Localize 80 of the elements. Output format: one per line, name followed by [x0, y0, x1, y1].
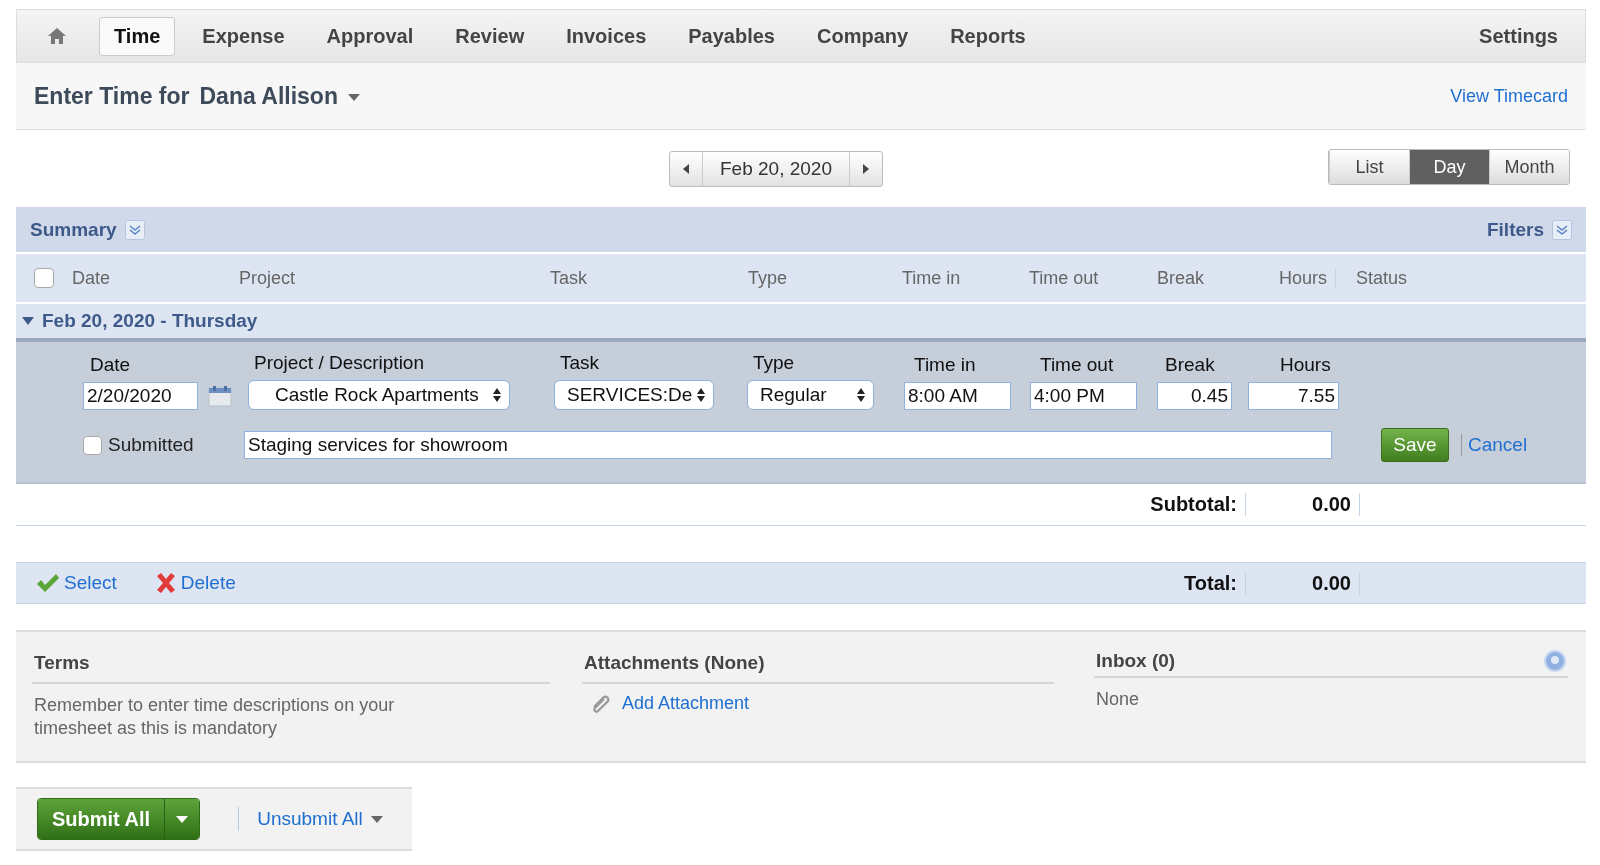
terms-title: Terms: [32, 650, 550, 684]
view-timecard-link[interactable]: View Timecard: [1450, 85, 1568, 107]
description-field[interactable]: Staging services for showroom: [244, 431, 1332, 459]
field-label: Type: [752, 352, 796, 374]
hours-field[interactable]: 7.55: [1248, 382, 1339, 410]
column-header: Project: [239, 267, 297, 289]
settings-tab[interactable]: Settings: [1464, 16, 1573, 56]
nav-tab[interactable]: Invoices: [551, 16, 662, 56]
nav-tab[interactable]: Expense: [187, 16, 300, 56]
submitted-label: Submitted: [108, 434, 195, 456]
help-icon[interactable]: [1544, 650, 1566, 672]
terms-text: Remember to enter time descriptions on your timesheet as this is mandatory: [33, 694, 396, 739]
submitted-checkbox[interactable]: [83, 435, 102, 455]
project-select[interactable]: Castle Rock Apartments: [248, 380, 510, 410]
add-attachment-link[interactable]: Add Attachment: [622, 692, 750, 714]
column-header: Time in: [902, 267, 962, 289]
action-link[interactable]: Delete: [180, 572, 236, 594]
right-triangle-icon: [863, 163, 869, 174]
subtotal-label: Subtotal:: [1057, 493, 1246, 516]
view-toggle[interactable]: List: [1329, 150, 1409, 184]
caret-icon: [176, 815, 189, 823]
delete-icon[interactable]: [154, 573, 177, 593]
column-header: Status: [1355, 267, 1408, 289]
field-label: Hours: [1279, 354, 1332, 376]
total-value: 0.00: [1246, 571, 1360, 595]
field-label: Break: [1164, 354, 1216, 376]
task-select[interactable]: SERVICES:De: [554, 380, 714, 410]
updown-icon: [697, 388, 705, 402]
type-select[interactable]: Regular: [747, 380, 874, 410]
view-toggle[interactable]: Day: [1409, 150, 1489, 184]
field-label: Task: [559, 352, 601, 374]
nav-tab[interactable]: Approval: [311, 16, 429, 56]
submit-all-button[interactable]: Submit All: [38, 799, 166, 839]
field-label: Time in: [913, 354, 977, 376]
save-button[interactable]: Save: [1381, 428, 1449, 462]
field-label: Date: [89, 354, 132, 376]
nav-tab[interactable]: Reports: [935, 16, 1041, 56]
column-header: Date: [72, 267, 112, 289]
date-field[interactable]: 2/20/2020: [83, 382, 198, 410]
column-header: Time out: [1029, 267, 1100, 289]
expand-icon[interactable]: [124, 219, 145, 240]
attachments-title: Attachments (None): [582, 650, 1054, 684]
nav-tab[interactable]: Time: [99, 16, 176, 56]
time-in-field[interactable]: 8:00 AM: [904, 382, 1011, 410]
dropdown-button[interactable]: [165, 799, 200, 839]
nav-tab[interactable]: Company: [802, 16, 924, 56]
select-all-checkbox[interactable]: [34, 268, 54, 288]
nav-tab[interactable]: Payables: [673, 16, 790, 56]
column-header: Hours: [1257, 267, 1336, 289]
employee-dropdown[interactable]: Dana Allison: [189, 82, 348, 110]
updown-icon: [857, 388, 865, 402]
action-link[interactable]: Select: [64, 572, 117, 594]
expand-icon[interactable]: [1552, 219, 1572, 240]
group-title: Feb 20, 2020 - Thursday: [42, 310, 258, 332]
unsubmit-all-link[interactable]: Unsubmit All: [257, 808, 363, 830]
total-label: Total:: [1057, 571, 1246, 595]
column-header: Break: [1157, 267, 1206, 289]
column-header: Type: [748, 267, 789, 289]
expand-arrow-icon[interactable]: [22, 317, 34, 325]
view-toggle[interactable]: Month: [1489, 150, 1569, 184]
calendar-icon[interactable]: [208, 385, 232, 407]
caret-icon[interactable]: [347, 93, 360, 101]
check-icon[interactable]: [36, 573, 60, 593]
inbox-text: None: [1095, 688, 1141, 711]
filters-label[interactable]: Filters: [1486, 218, 1544, 241]
current-date: Feb 20, 2020: [702, 151, 850, 186]
field-label: Time out: [1039, 354, 1115, 376]
home-icon[interactable]: [47, 27, 67, 45]
caret-icon[interactable]: [370, 815, 383, 823]
column-header: Task: [550, 267, 588, 289]
field-label: Project / Description: [253, 352, 425, 374]
break-field[interactable]: 0.45: [1157, 382, 1232, 410]
time-out-field[interactable]: 4:00 PM: [1030, 382, 1137, 410]
subtotal-value: 0.00: [1246, 493, 1360, 516]
page-title: Enter Time for: [34, 82, 190, 110]
summary-title: Summary: [30, 218, 117, 241]
nav-tab[interactable]: Review: [440, 16, 540, 56]
inbox-title: Inbox (0): [1096, 650, 1176, 672]
updown-icon: [493, 388, 501, 402]
left-triangle-icon: [683, 163, 689, 174]
